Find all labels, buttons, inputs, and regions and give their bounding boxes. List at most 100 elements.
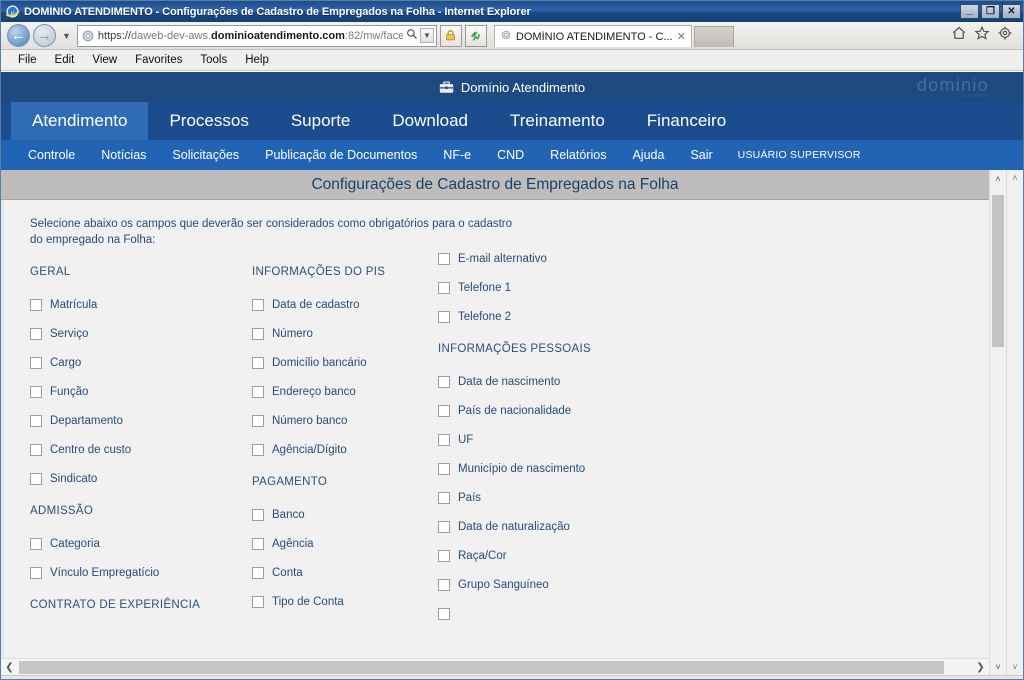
scroll-down-button[interactable]: ˅ — [990, 658, 1006, 675]
checkbox-row-grupo-sanguineo[interactable]: Grupo Sanguíneo — [438, 570, 698, 599]
nav-item-download[interactable]: Download — [371, 102, 489, 140]
checkbox-row-data-de-nascimento[interactable]: Data de nascimento — [438, 367, 698, 396]
checkbox-row-agencia-digito[interactable]: Agência/Dígito — [252, 435, 438, 464]
checkbox-row-sindicato[interactable]: Sindicato — [30, 464, 252, 493]
search-icon[interactable] — [406, 28, 418, 43]
checkbox-icon[interactable] — [438, 578, 450, 591]
checkbox-icon[interactable] — [252, 595, 264, 608]
lock-icon[interactable] — [439, 24, 462, 47]
checkbox-icon[interactable] — [252, 508, 264, 521]
checkbox-row-conta[interactable]: Conta — [252, 558, 438, 587]
checkbox-row-tipo-de-conta[interactable]: Tipo de Conta — [252, 587, 438, 616]
checkbox-icon[interactable] — [252, 537, 264, 550]
checkbox-row-banco[interactable]: Banco — [252, 500, 438, 529]
checkbox-icon[interactable] — [30, 472, 42, 485]
nav-item-financeiro[interactable]: Financeiro — [626, 102, 747, 140]
checkbox-row-agencia[interactable]: Agência — [252, 529, 438, 558]
checkbox-row-uf[interactable]: UF — [438, 425, 698, 454]
menu-item-file[interactable]: File — [9, 50, 46, 70]
checkbox-icon[interactable] — [252, 298, 264, 311]
refresh-icon[interactable] — [464, 24, 487, 47]
browser-scroll-up-button[interactable]: ˄ — [1012, 173, 1017, 183]
checkbox-row-pais[interactable]: País — [438, 483, 698, 512]
browser-tab[interactable]: DOMÍNIO ATENDIMENTO - C... ✕ — [493, 25, 692, 47]
checkbox-icon[interactable] — [252, 385, 264, 398]
vertical-scroll-thumb[interactable] — [992, 195, 1004, 347]
checkbox-icon[interactable] — [438, 607, 450, 620]
checkbox-icon[interactable] — [438, 520, 450, 533]
history-dropdown-icon[interactable]: ▼ — [59, 31, 74, 41]
checkbox-icon[interactable] — [438, 252, 450, 265]
checkbox-icon[interactable] — [30, 327, 42, 340]
subnav-item-sair[interactable]: Sair — [677, 148, 725, 162]
checkbox-row-telefone-1[interactable]: Telefone 1 — [438, 273, 698, 302]
scroll-left-button[interactable]: ❮ — [1, 662, 18, 673]
checkbox-icon[interactable] — [30, 443, 42, 456]
subnav-item-cnd[interactable]: CND — [484, 148, 537, 162]
checkbox-row-data-de-naturalizacao[interactable]: Data de naturalização — [438, 512, 698, 541]
maximize-button[interactable]: ❐ — [981, 4, 1000, 19]
checkbox-row-matricula[interactable]: Matrícula — [30, 290, 252, 319]
nav-item-suporte[interactable]: Suporte — [270, 102, 372, 140]
subnav-item-relatorios[interactable]: Relatórios — [537, 148, 619, 162]
chevron-down-icon[interactable]: ▼ — [420, 28, 434, 43]
checkbox-row-email-alternativo[interactable]: E-mail alternativo — [438, 244, 698, 273]
star-icon[interactable] — [974, 25, 990, 46]
checkbox-icon[interactable] — [252, 414, 264, 427]
subnav-item-ajuda[interactable]: Ajuda — [619, 148, 677, 162]
checkbox-icon[interactable] — [30, 298, 42, 311]
scroll-up-button[interactable]: ˄ — [990, 170, 1006, 187]
browser-scroll-down-button[interactable]: ˅ — [1012, 662, 1017, 672]
subnav-item-noticias[interactable]: Notícias — [88, 148, 159, 162]
horizontal-scroll-thumb[interactable] — [19, 660, 944, 674]
checkbox-icon[interactable] — [252, 356, 264, 369]
checkbox-icon[interactable] — [252, 443, 264, 456]
address-bar[interactable]: https://daweb-dev-aws.dominioatendimento… — [76, 24, 437, 47]
subnav-item-publicacao-de-documentos[interactable]: Publicação de Documentos — [252, 148, 430, 162]
checkbox-icon[interactable] — [30, 537, 42, 550]
checkbox-icon[interactable] — [252, 566, 264, 579]
checkbox-row-domicilio-bancario[interactable]: Domicílio bancário — [252, 348, 438, 377]
checkbox-icon[interactable] — [438, 433, 450, 446]
scroll-right-button[interactable]: ❯ — [972, 662, 989, 673]
checkbox-row-categoria[interactable]: Categoria — [30, 529, 252, 558]
subnav-item-controle[interactable]: Controle — [15, 148, 88, 162]
checkbox-row-vinculo-empregaticio[interactable]: Vínculo Empregatício — [30, 558, 252, 587]
checkbox-row-numero-banco[interactable]: Número banco — [252, 406, 438, 435]
subnav-item-nfe[interactable]: NF-e — [430, 148, 484, 162]
checkbox-row-servico[interactable]: Serviço — [30, 319, 252, 348]
home-icon[interactable] — [951, 25, 967, 46]
checkbox-icon[interactable] — [30, 385, 42, 398]
checkbox-row-raca-cor[interactable]: Raça/Cor — [438, 541, 698, 570]
nav-item-processos[interactable]: Processos — [148, 102, 269, 140]
checkbox-icon[interactable] — [438, 491, 450, 504]
menu-item-favorites[interactable]: Favorites — [126, 50, 191, 70]
checkbox-icon[interactable] — [438, 375, 450, 388]
checkbox-row-numero[interactable]: Número — [252, 319, 438, 348]
checkbox-row-departamento[interactable]: Departamento — [30, 406, 252, 435]
checkbox-icon[interactable] — [30, 566, 42, 579]
checkbox-icon[interactable] — [438, 404, 450, 417]
checkbox-icon[interactable] — [438, 310, 450, 323]
horizontal-scroll-track[interactable] — [18, 660, 972, 674]
vertical-scroll-track[interactable] — [990, 187, 1006, 658]
checkbox-row-data-de-cadastro[interactable]: Data de cadastro — [252, 290, 438, 319]
checkbox-row-cargo[interactable]: Cargo — [30, 348, 252, 377]
checkbox-row-municipio-de-nascimento[interactable]: Município de nascimento — [438, 454, 698, 483]
back-button[interactable]: ← — [7, 24, 30, 47]
menu-item-tools[interactable]: Tools — [191, 50, 236, 70]
horizontal-scrollbar[interactable]: ❮ ❯ — [1, 658, 989, 675]
nav-item-atendimento[interactable]: Atendimento — [11, 102, 149, 140]
vertical-scrollbar[interactable]: ˄ ˅ — [989, 170, 1006, 675]
close-button[interactable]: ✕ — [1002, 4, 1021, 19]
checkbox-row-centro-de-custo[interactable]: Centro de custo — [30, 435, 252, 464]
forward-button[interactable]: → — [33, 24, 56, 47]
menu-item-edit[interactable]: Edit — [46, 50, 84, 70]
gear-icon[interactable] — [997, 25, 1013, 46]
checkbox-icon[interactable] — [252, 327, 264, 340]
checkbox-row-endereco-banco[interactable]: Endereço banco — [252, 377, 438, 406]
subnav-item-solicitacoes[interactable]: Solicitações — [159, 148, 252, 162]
checkbox-row-telefone-2[interactable]: Telefone 2 — [438, 302, 698, 331]
browser-vertical-scrollbar[interactable]: ˄ ˅ — [1006, 170, 1023, 675]
checkbox-icon[interactable] — [438, 281, 450, 294]
